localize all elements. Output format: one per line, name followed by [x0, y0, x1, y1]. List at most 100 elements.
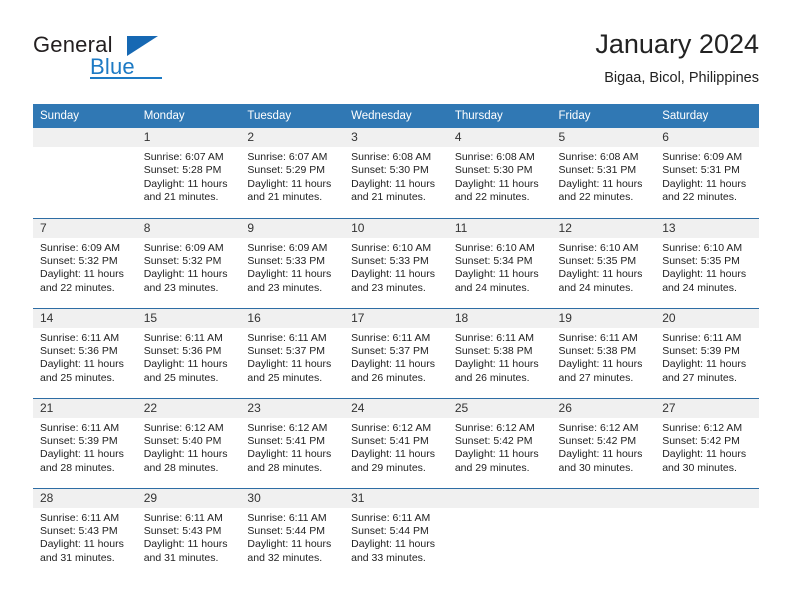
calendar-day-cell[interactable]: 19 Sunrise: 6:11 AM Sunset: 5:38 PM Dayligh… — [551, 307, 656, 398]
calendar-day-cell[interactable]: 23 Sunrise: 6:12 AM Sunset: 5:41 PM Dayligh… — [240, 397, 345, 488]
sunset-text: Sunset: 5:37 PM — [247, 344, 326, 357]
calendar-day-cell[interactable]: 15 Sunrise: 6:11 AM Sunset: 5:36 PM Dayligh… — [136, 307, 241, 398]
sunset-text: Sunset: 5:36 PM — [40, 344, 118, 357]
calendar-week-row: 1 Sunrise: 6:07 AM Sunset: 5:28 PM Daylight… — [33, 128, 759, 218]
calendar-day-cell[interactable]: 25 Sunrise: 6:12 AM Sunset: 5:42 PM Dayligh… — [447, 397, 552, 488]
day-details: Sunrise: 6:11 AM Sunset: 5:36 PM Daylight:… — [33, 328, 137, 386]
day-details: Sunrise: 6:08 AM Sunset: 5:31 PM Daylight:… — [552, 147, 656, 205]
daylight-text: Daylight: 11 hours and 31 minutes. — [40, 538, 124, 564]
calendar-day-cell[interactable]: 28 Sunrise: 6:11 AM Sunset: 5:43 PM Dayligh… — [33, 487, 137, 578]
daylight-text: Daylight: 11 hours and 21 minutes. — [351, 177, 435, 204]
day-number: 23 — [240, 398, 345, 418]
day-number: 7 — [33, 218, 137, 238]
sunrise-text: Sunrise: 6:11 AM — [247, 511, 327, 524]
day-number: 9 — [240, 218, 345, 238]
daylight-text: Daylight: 11 hours and 21 minutes. — [247, 177, 332, 204]
weekday-header-monday: Monday — [136, 104, 241, 128]
calendar-day-cell[interactable]: 16 Sunrise: 6:11 AM Sunset: 5:37 PM Dayligh… — [240, 307, 345, 398]
day-number: 25 — [447, 398, 552, 418]
calendar-day-cell[interactable]: 4 Sunrise: 6:08 AM Sunset: 5:30 PM Daylight… — [447, 128, 552, 218]
sunset-text: Sunset: 5:38 PM — [558, 344, 637, 357]
calendar-day-cell[interactable]: 12 Sunrise: 6:10 AM Sunset: 5:35 PM Dayligh… — [551, 217, 656, 308]
calendar-day-cell[interactable]: 7 Sunrise: 6:09 AM Sunset: 5:32 PM Daylight… — [33, 217, 137, 308]
general-blue-logo[interactable]: General Blue — [33, 32, 253, 88]
sunrise-text: Sunrise: 6:07 AM — [143, 151, 224, 163]
sunset-text: Sunset: 5:35 PM — [558, 254, 637, 267]
calendar-day-cell[interactable]: 21 Sunrise: 6:11 AM Sunset: 5:39 PM Dayligh… — [33, 397, 137, 488]
calendar-day-cell[interactable]: 18 Sunrise: 6:11 AM Sunset: 5:38 PM Dayligh… — [447, 307, 552, 398]
sunrise-text: Sunrise: 6:11 AM — [40, 511, 120, 524]
weekday-header-sunday: Sunday — [33, 104, 137, 128]
day-details: Sunrise: 6:10 AM Sunset: 5:34 PM Daylight:… — [448, 238, 552, 296]
calendar-day-cell-empty — [33, 128, 137, 218]
weekday-header-thursday: Thursday — [447, 104, 552, 128]
calendar-day-cell[interactable]: 30 Sunrise: 6:11 AM Sunset: 5:44 PM Dayligh… — [240, 487, 345, 578]
calendar-day-cell[interactable]: 10 Sunrise: 6:10 AM Sunset: 5:33 PM Dayligh… — [344, 217, 448, 308]
weekday-header-tuesday: Tuesday — [240, 104, 345, 128]
sunrise-text: Sunrise: 6:11 AM — [454, 331, 534, 344]
sunset-text: Sunset: 5:38 PM — [454, 344, 533, 357]
sunset-text: Sunset: 5:30 PM — [454, 164, 533, 177]
daylight-text: Daylight: 11 hours and 26 minutes. — [454, 358, 539, 384]
sunrise-text: Sunrise: 6:12 AM — [143, 421, 224, 434]
calendar-day-cell[interactable]: 3 Sunrise: 6:08 AM Sunset: 5:30 PM Daylight… — [344, 128, 448, 218]
calendar-day-cell[interactable]: 26 Sunrise: 6:12 AM Sunset: 5:42 PM Dayligh… — [551, 397, 656, 488]
sunrise-text: Sunrise: 6:12 AM — [454, 421, 535, 434]
sunset-text: Sunset: 5:41 PM — [247, 434, 326, 447]
sunrise-text: Sunrise: 6:12 AM — [247, 421, 328, 434]
sunset-text: Sunset: 5:33 PM — [247, 254, 326, 267]
calendar-day-cell[interactable]: 17 Sunrise: 6:11 AM Sunset: 5:37 PM Dayligh… — [344, 307, 448, 398]
day-details: Sunrise: 6:11 AM Sunset: 5:39 PM Daylight:… — [655, 328, 759, 386]
calendar-day-cell-empty — [551, 487, 656, 578]
calendar-day-cell[interactable]: 11 Sunrise: 6:10 AM Sunset: 5:34 PM Dayligh… — [447, 217, 552, 308]
daylight-text: Daylight: 11 hours and 30 minutes. — [662, 448, 747, 474]
sunrise-text: Sunrise: 6:08 AM — [558, 151, 639, 163]
daylight-text: Daylight: 11 hours and 25 minutes. — [40, 358, 124, 384]
calendar-day-cell[interactable]: 1 Sunrise: 6:07 AM Sunset: 5:28 PM Daylight… — [136, 128, 241, 218]
day-number: 31 — [344, 488, 448, 508]
calendar-day-cell[interactable]: 29 Sunrise: 6:11 AM Sunset: 5:43 PM Dayligh… — [136, 487, 241, 578]
calendar-header-row: Sunday Monday Tuesday Wednesday Thursday… — [33, 104, 759, 128]
daylight-text: Daylight: 11 hours and 23 minutes. — [351, 268, 435, 294]
sunset-text: Sunset: 5:30 PM — [351, 164, 429, 177]
calendar-day-cell[interactable]: 2 Sunrise: 6:07 AM Sunset: 5:29 PM Daylight… — [240, 128, 345, 218]
day-details: Sunrise: 6:10 AM Sunset: 5:33 PM Daylight:… — [344, 238, 448, 296]
page-title: January 2024 — [595, 29, 759, 59]
calendar-day-cell[interactable]: 31 Sunrise: 6:11 AM Sunset: 5:44 PM Dayligh… — [344, 487, 448, 578]
calendar-day-cell[interactable]: 6 Sunrise: 6:09 AM Sunset: 5:31 PM Daylight… — [655, 128, 759, 218]
day-details: Sunrise: 6:10 AM Sunset: 5:35 PM Daylight:… — [655, 238, 759, 296]
calendar-day-cell[interactable]: 5 Sunrise: 6:08 AM Sunset: 5:31 PM Daylight… — [551, 128, 656, 218]
sunset-text: Sunset: 5:40 PM — [143, 434, 222, 447]
sunrise-text: Sunrise: 6:10 AM — [351, 241, 432, 254]
calendar-day-cell[interactable]: 22 Sunrise: 6:12 AM Sunset: 5:40 PM Dayligh… — [136, 397, 241, 488]
sunrise-text: Sunrise: 6:09 AM — [143, 241, 224, 254]
calendar-day-cell[interactable]: 14 Sunrise: 6:11 AM Sunset: 5:36 PM Dayligh… — [33, 307, 137, 398]
day-number: 26 — [551, 398, 656, 418]
day-details: Sunrise: 6:11 AM Sunset: 5:44 PM Daylight:… — [344, 508, 448, 566]
calendar-day-cell-empty — [655, 487, 759, 578]
day-details: Sunrise: 6:11 AM Sunset: 5:37 PM Daylight:… — [240, 328, 344, 386]
calendar-day-cell[interactable]: 24 Sunrise: 6:12 AM Sunset: 5:41 PM Dayligh… — [344, 397, 448, 488]
day-number: 10 — [344, 218, 448, 238]
sunset-text: Sunset: 5:31 PM — [662, 164, 740, 177]
sunrise-text: Sunrise: 6:12 AM — [351, 421, 432, 434]
calendar-day-cell[interactable]: 8 Sunrise: 6:09 AM Sunset: 5:32 PM Daylight… — [136, 217, 241, 308]
sunset-text: Sunset: 5:39 PM — [662, 344, 740, 357]
daylight-text: Daylight: 11 hours and 22 minutes. — [454, 177, 539, 204]
calendar-day-cell[interactable]: 27 Sunrise: 6:12 AM Sunset: 5:42 PM Dayligh… — [655, 397, 759, 488]
day-details: Sunrise: 6:11 AM Sunset: 5:38 PM Daylight:… — [552, 328, 656, 386]
daylight-text: Daylight: 11 hours and 24 minutes. — [662, 268, 747, 294]
sunrise-text: Sunrise: 6:11 AM — [143, 511, 223, 524]
day-number: 27 — [655, 398, 759, 418]
calendar-day-cell[interactable]: 13 Sunrise: 6:10 AM Sunset: 5:35 PM Dayligh… — [655, 217, 759, 308]
daylight-text: Daylight: 11 hours and 28 minutes. — [40, 448, 124, 474]
sunrise-text: Sunrise: 6:11 AM — [351, 331, 431, 344]
calendar-day-cell[interactable]: 9 Sunrise: 6:09 AM Sunset: 5:33 PM Daylight… — [240, 217, 345, 308]
calendar-day-cell[interactable]: 20 Sunrise: 6:11 AM Sunset: 5:39 PM Dayligh… — [655, 307, 759, 398]
day-details: Sunrise: 6:12 AM Sunset: 5:42 PM Daylight:… — [655, 418, 759, 476]
daylight-text: Daylight: 11 hours and 27 minutes. — [662, 358, 747, 384]
day-details: Sunrise: 6:12 AM Sunset: 5:42 PM Daylight:… — [552, 418, 656, 476]
day-details: Sunrise: 6:12 AM Sunset: 5:41 PM Daylight:… — [344, 418, 448, 476]
calendar-page: General Blue January 2024 Bigaa, Bicol, … — [0, 0, 792, 612]
calendar-week-row: 7 Sunrise: 6:09 AM Sunset: 5:32 PM Daylight… — [33, 217, 759, 308]
